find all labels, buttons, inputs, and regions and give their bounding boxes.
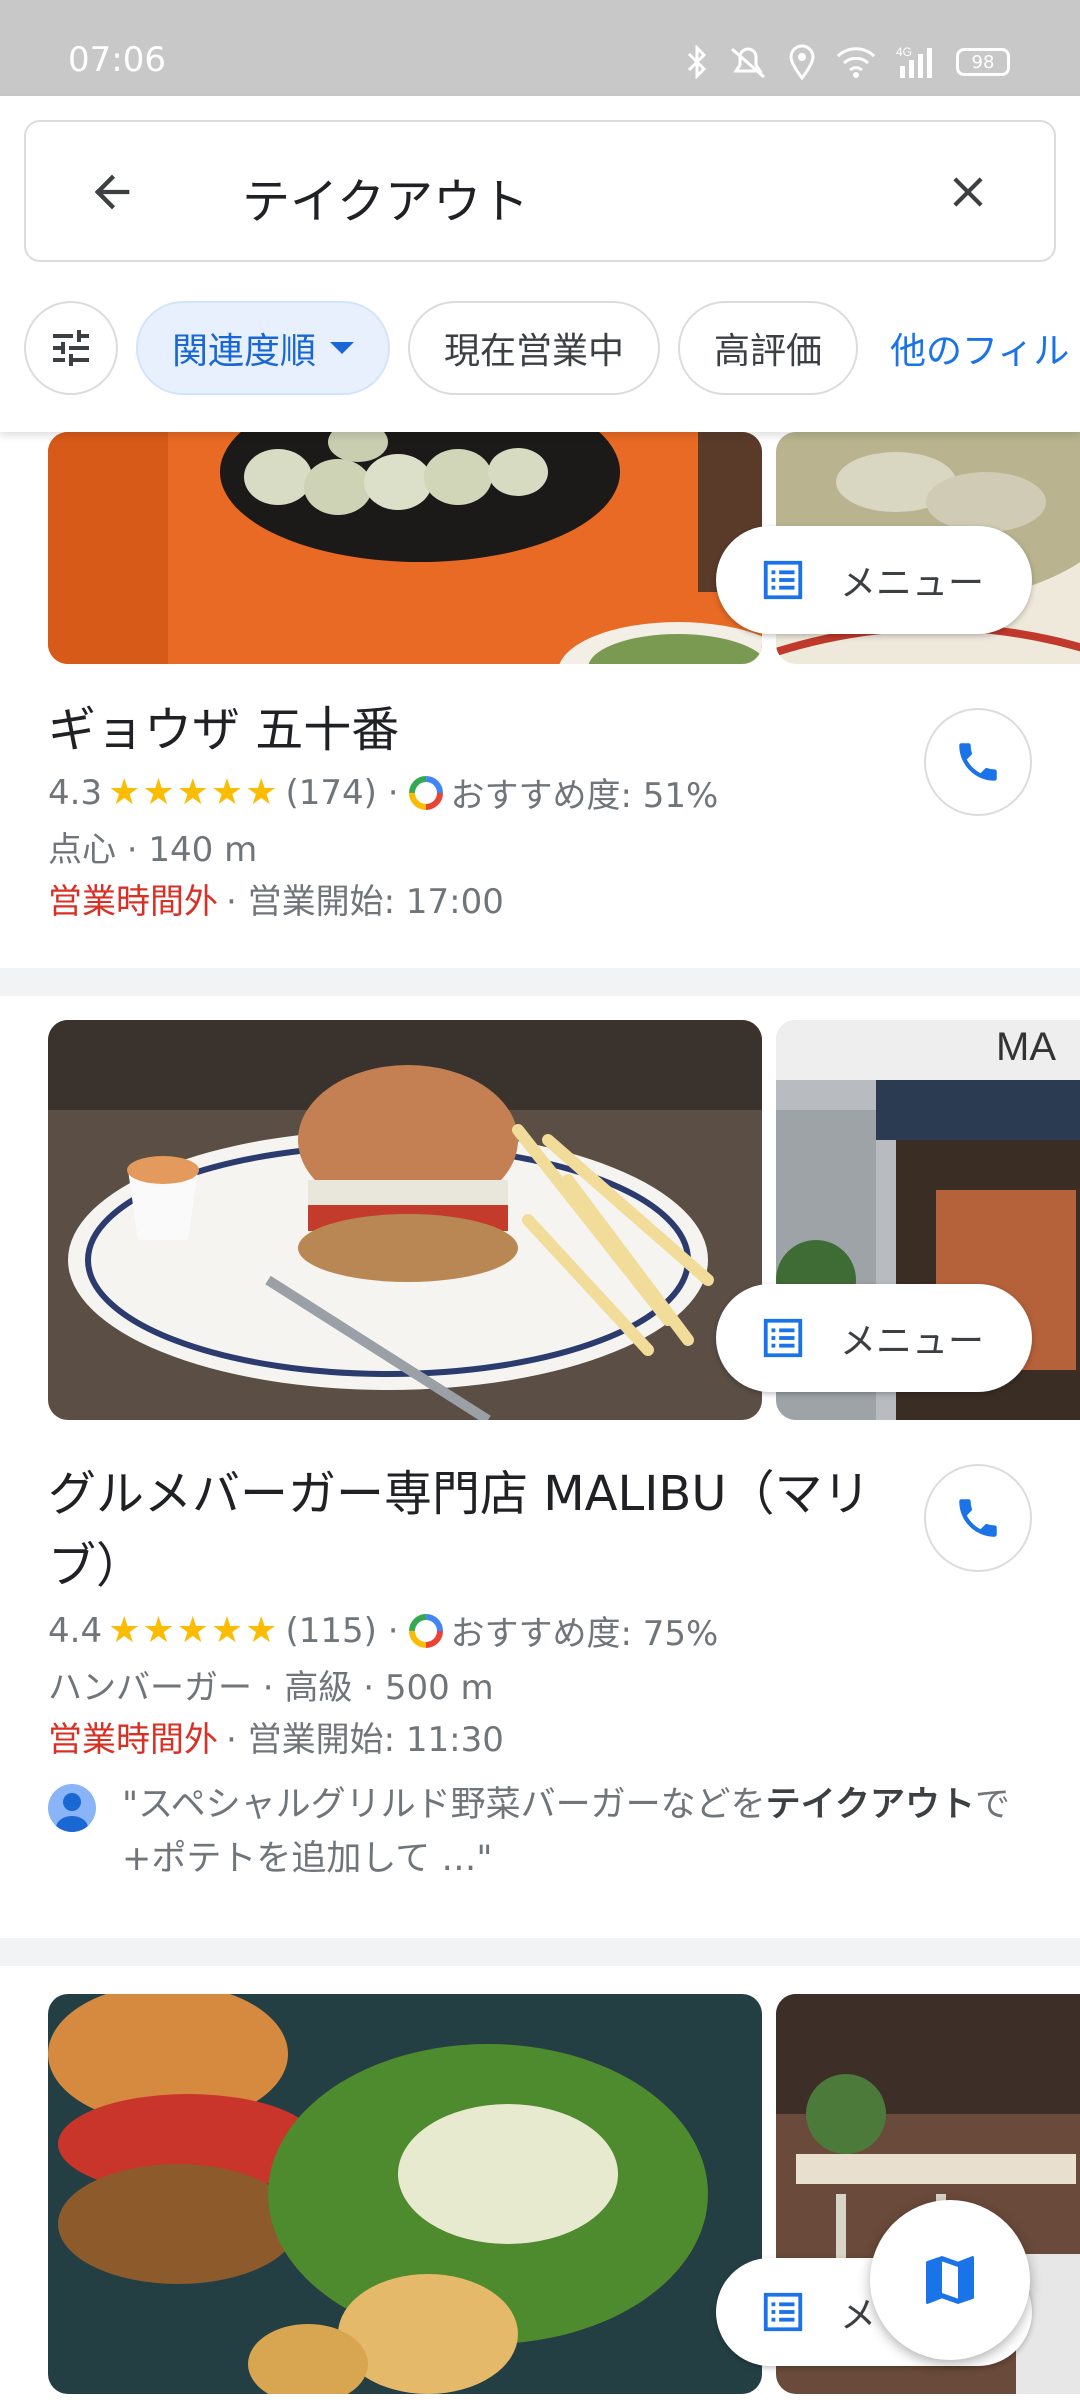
result-divider	[0, 1938, 1080, 1966]
open-now-chip[interactable]: 現在営業中	[408, 301, 661, 395]
menu-label: メニュー	[840, 1321, 985, 1362]
gyoza-photo	[48, 432, 762, 664]
battery-icon: 98	[956, 48, 1010, 76]
rating-stars: ★★★★★	[108, 772, 280, 813]
rating-value: 4.3	[48, 772, 103, 813]
category-distance: ハンバーガー · 高級 · 500 m	[48, 1668, 494, 1708]
arrow-back-icon	[94, 174, 130, 210]
phone-icon	[959, 743, 997, 781]
filter-chips: 関連度順 現在営業中 高評価 他のフィル	[24, 300, 1069, 396]
google-badge-icon	[408, 775, 443, 810]
menu-list-icon	[763, 2292, 803, 2332]
sort-chip-label: 関連度順	[172, 331, 317, 372]
review-highlight: テイクアウト	[765, 1785, 975, 1825]
filter-settings-button[interactable]	[24, 301, 118, 395]
review-count: (115)	[285, 1610, 377, 1651]
map-icon	[926, 2256, 974, 2304]
status-time: 07:06	[68, 40, 166, 80]
google-badge-icon	[408, 1613, 443, 1648]
top-rated-chip[interactable]: 高評価	[678, 301, 859, 395]
menu-button[interactable]: メニュー	[716, 526, 1032, 634]
result-divider	[0, 968, 1080, 996]
result-card[interactable]: MA メニュー グルメバーガー専門店 MALIBU（マリブ） 4.4 ★★★★★…	[0, 996, 1080, 1938]
dropdown-icon	[330, 342, 355, 354]
bluetooth-icon	[687, 45, 707, 79]
recommend-score: おすすめ度: 51%	[450, 776, 719, 816]
rating-line: 4.3 ★★★★★ (174) · おすすめ度: 51%	[48, 768, 718, 817]
menu-list-icon	[763, 560, 803, 600]
burger-salad-photo	[48, 1994, 762, 2394]
rating-line: 4.4 ★★★★★ (115) · おすすめ度: 75%	[48, 1606, 718, 1655]
place-name[interactable]: ギョウザ 五十番	[48, 694, 888, 766]
back-button[interactable]	[76, 156, 148, 228]
map-view-button[interactable]	[870, 2200, 1030, 2360]
menu-list-icon	[763, 1318, 803, 1358]
place-name[interactable]: グルメバーガー専門店 MALIBU（マリブ）	[48, 1458, 888, 1602]
hours-open: · 営業開始: 11:30	[226, 1720, 504, 1760]
review-text: "スペシャルグリルド野菜バーガーなどをテイクアウトで+ポテトを追加して …"	[122, 1785, 1010, 1879]
search-query[interactable]: テイクアウト	[242, 162, 529, 232]
category-distance: 点心 · 140 m	[48, 830, 258, 870]
person-icon	[56, 1793, 88, 1832]
result-card[interactable]: メニュー ギョウザ 五十番 4.3 ★★★★★ (174) · おすすめ度: 5…	[0, 432, 1080, 968]
call-button[interactable]	[924, 1464, 1032, 1572]
search-header: テイクアウト 関連度順 現在営業中 高評価 他のフィル	[0, 96, 1080, 432]
svg-text:MA: MA	[996, 1025, 1056, 1069]
menu-button[interactable]: メニュー	[716, 1284, 1032, 1392]
mute-icon	[731, 47, 765, 79]
phone-icon	[959, 1499, 997, 1537]
more-filters-link[interactable]: 他のフィル	[876, 322, 1069, 374]
location-icon	[789, 44, 815, 80]
signal-4g-icon: 4G	[896, 45, 932, 78]
hours-status: 営業時間外	[48, 1720, 218, 1760]
tune-icon	[53, 330, 89, 366]
hours-status: 営業時間外	[48, 882, 218, 922]
clear-button[interactable]	[932, 156, 1004, 228]
call-button[interactable]	[924, 708, 1032, 816]
result-photo[interactable]	[48, 1020, 762, 1420]
hours-open: · 営業開始: 17:00	[226, 882, 504, 922]
result-photo[interactable]	[48, 432, 762, 664]
status-bar: 07:06 4G 98	[0, 0, 1080, 96]
rating-value: 4.4	[48, 1610, 103, 1651]
burger-photo	[48, 1020, 762, 1420]
search-box[interactable]: テイクアウト	[24, 120, 1056, 262]
wifi-icon	[836, 47, 876, 78]
review-snippet[interactable]: "スペシャルグリルド野菜バーガーなどをテイクアウトで+ポテトを追加して …"	[48, 1778, 1028, 1886]
result-photo[interactable]	[48, 1994, 762, 2394]
svg-text:4G: 4G	[896, 45, 912, 59]
rating-stars: ★★★★★	[108, 1610, 280, 1651]
recommend-score: おすすめ度: 75%	[450, 1614, 719, 1654]
hours-line: 営業時間外 · 営業開始: 11:30	[48, 1712, 504, 1761]
sort-chip[interactable]: 関連度順	[136, 301, 391, 395]
reviewer-avatar	[48, 1784, 96, 1832]
menu-label: メニュー	[840, 563, 985, 604]
close-icon	[953, 177, 983, 207]
hours-line: 営業時間外 · 営業開始: 17:00	[48, 874, 504, 923]
review-count: (174)	[285, 772, 377, 813]
status-icons: 4G 98	[686, 44, 1010, 80]
